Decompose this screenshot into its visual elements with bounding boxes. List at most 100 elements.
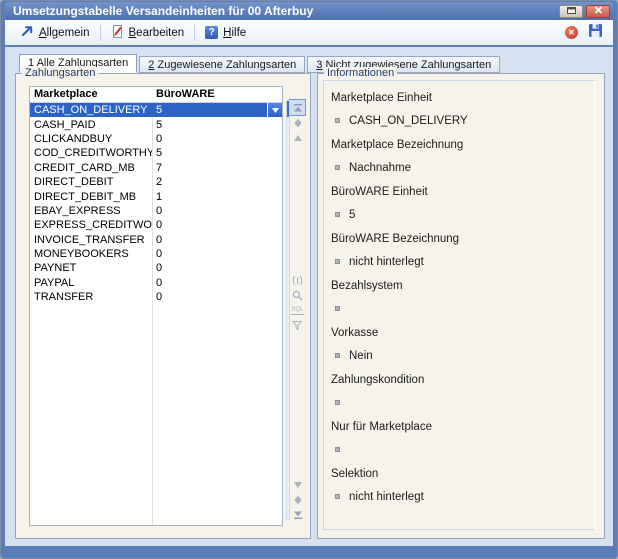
cell-marketplace: PAYNET (30, 262, 152, 274)
info-field-buroware-einheit: BüroWARE Einheit 5 (331, 185, 587, 221)
field-value: 5 (349, 209, 355, 221)
cell-marketplace: CASH_ON_DELIVERY (30, 104, 152, 116)
column-header-marketplace[interactable]: Marketplace (30, 87, 152, 102)
table-scrollbar[interactable] (286, 100, 290, 520)
table-row[interactable]: PAYNET0 (30, 261, 282, 275)
search-icon[interactable] (290, 288, 305, 303)
table-row[interactable]: TRANSFER0 (30, 290, 282, 304)
restore-window-button[interactable] (559, 5, 583, 18)
dialog-window: Umsetzungstabelle Versandeinheiten für 0… (0, 0, 618, 559)
toolbar-separator (100, 25, 101, 41)
table-row[interactable]: CLICKANDBUY0 (30, 132, 282, 146)
arrow-up-right-icon (21, 25, 34, 40)
field-value: nicht hinterlegt (349, 256, 424, 268)
cell-buroware: 2 (152, 176, 282, 188)
cell-marketplace: CASH_PAID (30, 119, 152, 131)
column-header-buroware[interactable]: BüroWARE (152, 87, 282, 102)
scroll-bottom-icon[interactable] (290, 507, 305, 522)
table-row[interactable]: MONEYBOOKERS0 (30, 247, 282, 261)
sql-icon[interactable]: SQL (290, 303, 305, 318)
cell-marketplace: DIRECT_DEBIT (30, 176, 152, 188)
help-icon: ? (205, 26, 218, 39)
bullet-icon (335, 306, 340, 311)
payments-table[interactable]: Marketplace BüroWARE CASH_ON_DELIVERY 5 … (29, 86, 283, 526)
table-row[interactable]: DIRECT_DEBIT_MB1 (30, 189, 282, 203)
field-value: nicht hinterlegt (349, 491, 424, 503)
cell-buroware: 1 (152, 191, 282, 203)
table-row[interactable]: COD_CREDITWORTHYNESS5 (30, 146, 282, 160)
edit-document-icon (111, 25, 124, 41)
bullet-icon (335, 118, 340, 123)
bullet-icon (335, 353, 340, 358)
cell-marketplace: CREDIT_CARD_MB (30, 162, 152, 174)
zahlungsarten-groupbox: Zahlungsarten Marketplace BüroWARE CASH_… (15, 73, 311, 539)
scroll-down-icon[interactable] (290, 477, 305, 492)
table-row[interactable]: INVOICE_TRANSFER0 (30, 233, 282, 247)
table-row-selected[interactable]: CASH_ON_DELIVERY 5 (30, 103, 282, 117)
columns-icon[interactable] (290, 273, 305, 288)
cell-marketplace: DIRECT_DEBIT_MB (30, 191, 152, 203)
bullet-icon (335, 165, 340, 170)
cell-buroware: 7 (152, 162, 282, 174)
titlebar[interactable]: Umsetzungstabelle Versandeinheiten für 0… (5, 2, 613, 20)
cell-buroware: 0 (152, 277, 282, 289)
toolbar: Allgemein Bearbeiten ? Hilfe ✕ (5, 20, 613, 47)
cell-buroware: 0 (152, 234, 282, 246)
tab-bar: 1 Alle Zahlungsarten 2 Zugewiesene Zahlu… (19, 54, 605, 73)
info-panel: Marketplace Einheit CASH_ON_DELIVERY Mar… (323, 80, 596, 530)
info-field-marketplace-bezeichnung: Marketplace Bezeichnung Nachnahme (331, 138, 587, 174)
table-row[interactable]: PAYPAL0 (30, 276, 282, 290)
cell-buroware: 0 (152, 248, 282, 260)
scrollbar-thumb[interactable] (287, 101, 289, 117)
bullet-icon (335, 447, 340, 452)
filter-icon[interactable] (290, 318, 305, 333)
scroll-page-up-icon[interactable] (290, 115, 305, 130)
cell-buroware: 0 (152, 205, 282, 217)
table-row[interactable]: DIRECT_DEBIT2 (30, 175, 282, 189)
toolbar-separator (194, 25, 195, 41)
close-window-icon (594, 6, 603, 16)
scroll-up-icon[interactable] (290, 130, 305, 145)
allgemein-button[interactable]: Allgemein (14, 23, 97, 42)
button-label: A (39, 27, 47, 39)
table-side-strip: SQL (285, 86, 306, 526)
cell-marketplace: PAYPAL (30, 277, 152, 289)
bearbeiten-button[interactable]: Bearbeiten (104, 23, 192, 43)
informationen-groupbox: Informationen Marketplace Einheit CASH_O… (317, 73, 605, 539)
cell-marketplace: MONEYBOOKERS (30, 248, 152, 260)
cancel-icon[interactable]: ✕ (565, 26, 578, 39)
table-row[interactable]: EBAY_EXPRESS0 (30, 204, 282, 218)
cell-marketplace: CLICKANDBUY (30, 133, 152, 145)
table-row[interactable]: EXPRESS_CREDITWORTHINESS0 (30, 218, 282, 232)
info-field-zahlungskondition: Zahlungskondition (331, 373, 587, 409)
window-title: Umsetzungstabelle Versandeinheiten für 0… (13, 4, 559, 18)
cell-marketplace: EXPRESS_CREDITWORTHINESS (30, 219, 152, 231)
info-field-vorkasse: Vorkasse Nein (331, 326, 587, 362)
restore-window-icon (566, 2, 577, 20)
save-icon[interactable] (589, 24, 602, 42)
hilfe-button[interactable]: ? Hilfe (198, 24, 253, 41)
info-field-nur-fur-marketplace: Nur für Marketplace (331, 420, 587, 456)
dialog-content: 1 Alle Zahlungsarten 2 Zugewiesene Zahlu… (5, 47, 613, 546)
cell-buroware: 5 (152, 119, 282, 131)
table-row[interactable]: CASH_PAID5 (30, 117, 282, 131)
cell-marketplace: COD_CREDITWORTHYNESS (30, 147, 152, 159)
tab-zugewiesene-zahlungsarten[interactable]: 2 Zugewiesene Zahlungsarten (139, 56, 305, 73)
close-window-button[interactable] (586, 5, 610, 18)
value-dropdown-button[interactable] (267, 103, 282, 117)
info-field-bezahlsystem: Bezahlsystem (331, 279, 587, 315)
bullet-icon (335, 400, 340, 405)
cell-buroware: 0 (152, 219, 282, 231)
field-value: Nachnahme (349, 162, 411, 174)
scroll-top-icon[interactable] (290, 100, 305, 115)
cell-buroware: 0 (152, 133, 282, 145)
table-row[interactable]: CREDIT_CARD_MB7 (30, 161, 282, 175)
button-label: earbeiten (136, 27, 184, 39)
cell-buroware: 0 (152, 262, 282, 274)
info-field-buroware-bezeichnung: BüroWARE Bezeichnung nicht hinterlegt (331, 232, 587, 268)
bullet-icon (335, 259, 340, 264)
field-value: CASH_ON_DELIVERY (349, 115, 468, 127)
scroll-page-down-icon[interactable] (290, 492, 305, 507)
cell-buroware: 5 (152, 104, 267, 116)
groupbox-title: Zahlungsarten (22, 67, 98, 79)
